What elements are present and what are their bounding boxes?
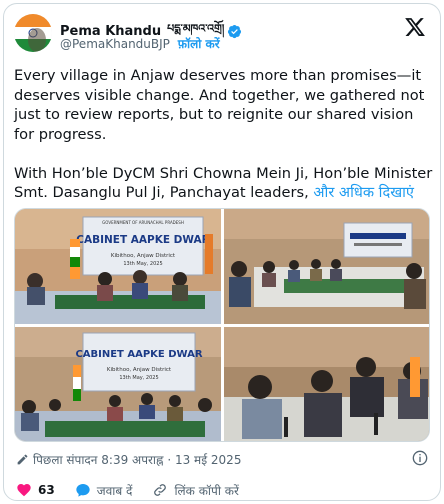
edit-info-row: पिछला संपादन 8:39 अपराह्न · 13 मई 2025 [16,450,428,468]
follow-button[interactable]: फ़ॉलो करें [178,37,220,51]
show-more-link[interactable]: और अधिक दिखाएं [313,184,414,201]
reply-button[interactable]: जवाब दें [75,482,133,499]
banner-govt-text: GOVERNMENT OF ARUNACHAL PRADESH [102,220,184,225]
tweet-paragraph-2: With Hon’ble DyCM Shri Chowna Mein Ji, H… [14,164,434,203]
pencil-icon [17,454,28,464]
edited-timestamp[interactable]: पिछला संपादन 8:39 अपराह्न · 13 मई 2025 [33,451,241,468]
tweet-paragraph-1: Every village in Anjaw deserves more tha… [14,67,425,143]
banner-title-text: CABINET AAPKE DWAR [76,234,209,246]
heart-icon [17,484,31,497]
photo-grid: GOVERNMENT OF ARUNACHAL PRADESH CABINET … [14,208,430,442]
info-icon[interactable] [412,450,428,466]
copy-link-button[interactable]: लिंक कॉपी करें [152,482,239,499]
author-handle-line: @PemaKhanduBJP फ़ॉलो करें [60,35,220,52]
like-count: 63 [38,483,55,497]
reply-icon [76,484,90,497]
banner-date-text: 13th May, 2025 [123,261,162,267]
photo3-banner-title: CABINET AAPKE DWAR [75,349,202,360]
verified-badge-icon [228,24,242,39]
tweet-text: Every village in Anjaw deserves more tha… [14,66,434,222]
photo3-banner-place: Kibithoo, Anjaw District [107,367,172,373]
author-handle[interactable]: @PemaKhanduBJP [60,37,170,51]
like-button[interactable]: 63 [16,482,55,498]
photo-1[interactable]: GOVERNMENT OF ARUNACHAL PRADESH CABINET … [15,209,221,324]
photo-3[interactable]: CABINET AAPKE DWAR Kibithoo, Anjaw Distr… [15,327,221,441]
tweet-card[interactable]: Pema Khandu པདྨ་མཁའ་འགྲོ། @PemaKhanduBJP… [3,3,441,501]
avatar[interactable] [14,14,52,52]
x-logo-icon[interactable] [404,16,426,38]
tweet-header: Pema Khandu པདྨ་མཁའ་འགྲོ། @PemaKhanduBJP… [14,14,430,56]
reply-label: जवाब दें [96,483,133,498]
copy-link-label: लिंक कॉपी करें [174,483,239,498]
photo-2[interactable] [224,209,429,324]
photo3-banner-date: 13th May, 2025 [119,375,158,381]
action-bar: 63 जवाब दें लिंक कॉपी करें [16,480,428,500]
link-icon [154,484,167,496]
banner-place-text: Kibithoo, Anjaw District [111,253,176,259]
photo-4[interactable] [224,327,429,441]
